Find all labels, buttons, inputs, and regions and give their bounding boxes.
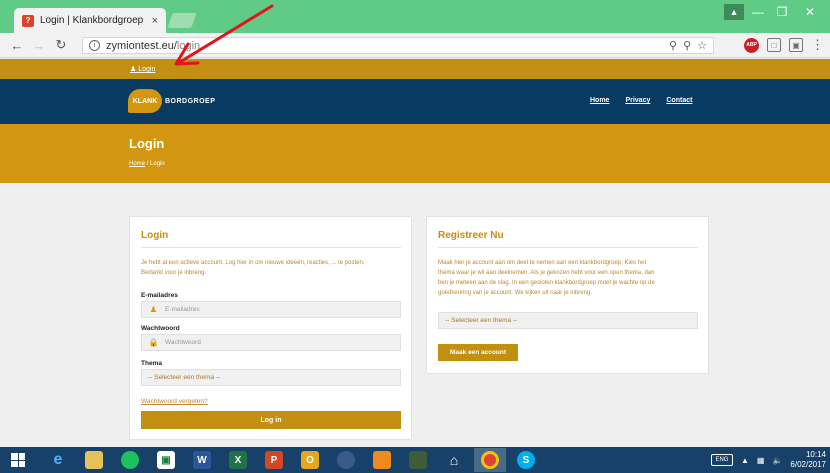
clock-date: 6/02/2017 [790,460,826,469]
key-icon[interactable]: ⚲ [683,39,691,52]
clock-time: 10:14 [805,450,826,459]
browser-tab[interactable]: ? Login | Klankbordgroep × [14,8,166,33]
site-header: KLANK BORDGROEP Home Privacy Contact [0,79,830,124]
taskbar-skype-icon[interactable]: S [510,448,542,472]
window-controls: ▲ — ❐ ✕ [724,4,830,20]
divider [141,247,401,248]
taskbar-paint-icon[interactable] [366,448,398,472]
taskbar-app-icon[interactable] [330,448,362,472]
password-label: Wachtwoord [141,325,180,332]
taskbar-chrome-icon[interactable] [474,448,506,472]
page-title: Login [129,136,165,151]
taskbar-store-icon[interactable]: ▣ [150,448,182,472]
nav-home[interactable]: Home [590,97,609,104]
password-field[interactable]: 🔒 Wachtwoord [141,334,401,351]
network-icon[interactable]: ▦ [757,456,765,465]
close-window-button[interactable]: ✕ [796,4,824,20]
register-theme-value: -- Selecteer een thema -- [445,317,518,324]
logo-bubble: KLANK [128,89,162,113]
email-field[interactable]: ♟ E-mailadres [141,301,401,318]
forward-button[interactable]: → [28,38,50,53]
url-host: zymiontest.eu/ [106,39,177,52]
user-icon[interactable]: ▲ [724,4,744,20]
tab-title: Login | Klankbordgroep [40,15,144,26]
register-title: Registreer Nu [438,230,504,241]
register-theme-select[interactable]: -- Selecteer een thema -- [438,312,698,329]
system-tray: ENG ▲ ▦ 🔈 10:14 6/02/2017 [710,447,826,473]
new-tab-button[interactable] [167,13,197,28]
login-card: Login Je hebt al een actieve account. Lo… [129,216,412,440]
register-text-3: ben je meteen aan de slag. In een geslot… [438,280,655,286]
register-card: Registreer Nu Maak hier je account aan o… [426,216,709,374]
back-button[interactable]: ← [6,38,28,53]
address-bar[interactable]: i zymiontest.eu/login ⚲ ⚲ ☆ [82,37,714,54]
create-account-button[interactable]: Maak een account [438,344,518,361]
breadcrumb-current: Login [150,161,165,167]
password-placeholder: Wachtwoord [165,339,201,346]
clock[interactable]: 10:14 6/02/2017 [790,450,826,470]
logo-text: BORDGROEP [165,97,216,105]
tab-close-icon[interactable]: × [152,15,158,27]
taskbar-powerpoint-icon[interactable]: P [258,448,290,472]
taskbar-excel-icon[interactable]: X [222,448,254,472]
breadcrumb-separator: / [146,161,149,167]
login-intro-2: Bedankt voor je inbreng. [141,270,207,276]
adblock-icon[interactable]: ABP [744,37,759,53]
login-title: Login [141,230,169,241]
os-taskbar: e ▣ W X P O ⌂ S ENG ▲ ▦ 🔈 10:14 6/02/201… [0,447,830,473]
register-text-2: thema waar je wil aan deelnemen. Als je … [438,270,655,276]
register-text-4: goedkeuring van je account. We kijken ui… [438,290,592,296]
taskbar-spotify-icon[interactable] [114,448,146,472]
minimize-button[interactable]: — [748,4,768,20]
windows-icon [11,453,25,467]
site-topbar: ♟ Login [0,59,830,79]
tray-chevron-icon[interactable]: ▲ [741,456,749,465]
topbar-login-link[interactable]: ♟ Login [130,65,155,73]
lock-icon: 🔒 [148,338,159,347]
forgot-password-link[interactable]: Wachtwoord vergeten? [141,398,208,405]
start-button[interactable] [0,447,36,473]
taskbar-ie-icon[interactable]: e [42,448,74,472]
maximize-button[interactable]: ❐ [772,4,792,20]
url-path: login [176,39,201,52]
info-icon[interactable]: i [89,40,100,51]
extension-icon-2[interactable]: ▣ [789,38,803,52]
extension-icon[interactable]: □ [767,38,781,52]
user-icon: ♟ [149,305,158,314]
browser-menu-icon[interactable]: ⋮ [811,37,824,53]
theme-select[interactable]: -- Selecteer een thema -- [141,369,401,386]
nav-privacy[interactable]: Privacy [625,97,650,104]
site-logo[interactable]: KLANK BORDGROEP [128,89,215,113]
favicon-icon: ? [22,14,34,27]
theme-select-value: -- Selecteer een thema -- [148,374,221,381]
volume-icon[interactable]: 🔈 [772,456,782,465]
bookmark-star-icon[interactable]: ☆ [697,39,707,52]
taskbar-outlook-icon[interactable]: O [294,448,326,472]
taskbar-game-icon[interactable] [402,448,434,472]
page-banner: Login Home / Login [0,124,830,183]
divider [438,247,698,248]
content-area: Login Je hebt al een actieve account. Lo… [0,183,830,447]
breadcrumb: Home / Login [129,161,165,167]
email-placeholder: E-mailadres [165,306,200,313]
login-button[interactable]: Log in [141,411,401,429]
nav-contact[interactable]: Contact [666,97,692,104]
keyboard-icon[interactable]: ENG [710,454,733,466]
taskbar-word-icon[interactable]: W [186,448,218,472]
breadcrumb-home[interactable]: Home [129,161,145,167]
taskbar-apps: e ▣ W X P O ⌂ S [42,448,542,472]
taskbar-explorer-icon[interactable] [78,448,110,472]
browser-toolbar: ← → ↻ i zymiontest.eu/login ⚲ ⚲ ☆ ABP □ … [0,33,830,58]
browser-titlebar: ? Login | Klankbordgroep × ▲ — ❐ ✕ [0,0,830,33]
email-label: E-mailadres [141,292,178,299]
zoom-icon[interactable]: ⚲ [669,39,677,52]
login-intro-1: Je hebt al een actieve account. Log hier… [141,260,365,266]
theme-label: Thema [141,360,162,367]
main-nav: Home Privacy Contact [590,97,692,104]
taskbar-home-icon[interactable]: ⌂ [438,448,470,472]
reload-button[interactable]: ↻ [50,37,72,53]
register-text-1: Maak hier je account aan om deel te neme… [438,260,647,266]
